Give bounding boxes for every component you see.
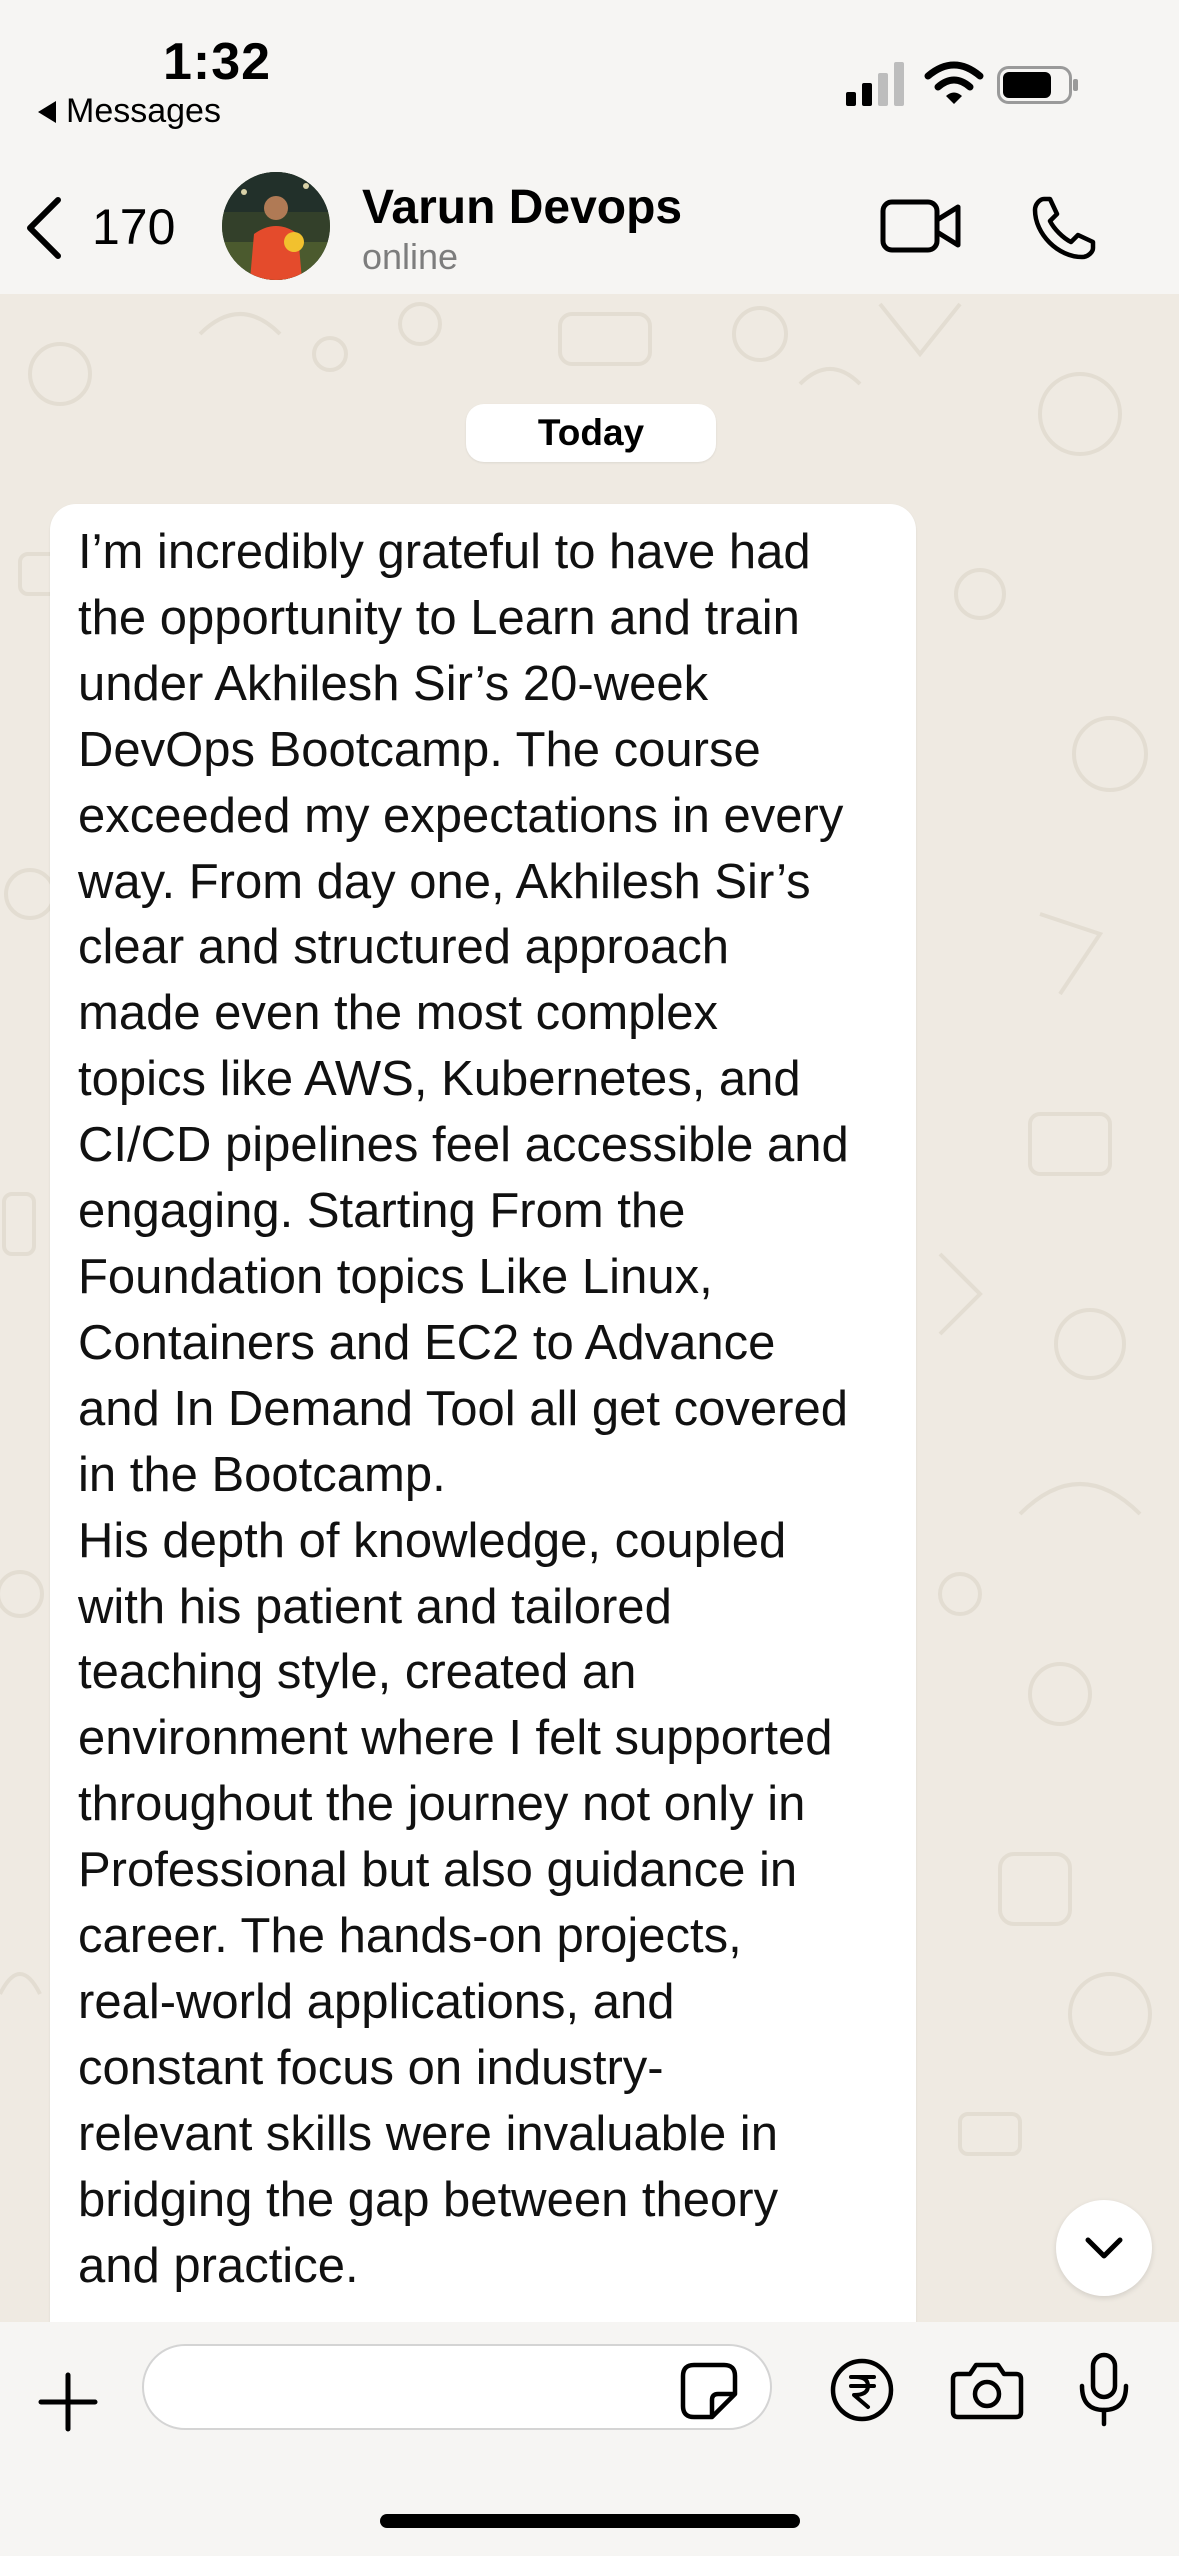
wifi-icon [924, 61, 984, 104]
contact-name[interactable]: Varun Devops [362, 180, 682, 235]
plus-icon[interactable] [38, 2372, 98, 2432]
back-to-messages-link[interactable]: Messages [38, 92, 221, 131]
message-text: I’m incredibly grateful to have had the … [78, 525, 849, 2293]
sticker-icon[interactable] [680, 2362, 738, 2420]
microphone-icon[interactable] [1076, 2352, 1132, 2428]
avatar[interactable] [222, 172, 330, 280]
status-time: 1:32 [163, 33, 272, 91]
video-camera-icon[interactable] [880, 196, 962, 256]
back-app-label: Messages [66, 92, 221, 130]
battery-icon [997, 66, 1078, 104]
chat-area[interactable]: Today I’m incredibly grateful to have ha… [0, 294, 1179, 2322]
status-bar: 1:32 Messages [0, 0, 1179, 140]
back-triangle-icon [38, 100, 56, 123]
cellular-signal-icon [846, 62, 904, 106]
unread-count[interactable]: 170 [92, 198, 175, 256]
camera-icon[interactable] [950, 2360, 1024, 2420]
chat-header: 170 Varun Devops online [0, 140, 1179, 294]
message-input[interactable] [142, 2344, 772, 2430]
phone-icon[interactable] [1030, 194, 1098, 262]
date-separator: Today [466, 404, 716, 462]
chevron-down-icon [1085, 2237, 1123, 2259]
contact-status: online [362, 236, 459, 277]
avatar-image [222, 172, 330, 280]
rupee-icon[interactable] [830, 2358, 894, 2422]
chevron-left-icon[interactable] [22, 196, 66, 260]
scroll-to-bottom-button[interactable] [1056, 2200, 1152, 2296]
home-indicator[interactable] [380, 2514, 800, 2528]
message-bubble[interactable]: I’m incredibly grateful to have had the … [50, 504, 916, 2322]
